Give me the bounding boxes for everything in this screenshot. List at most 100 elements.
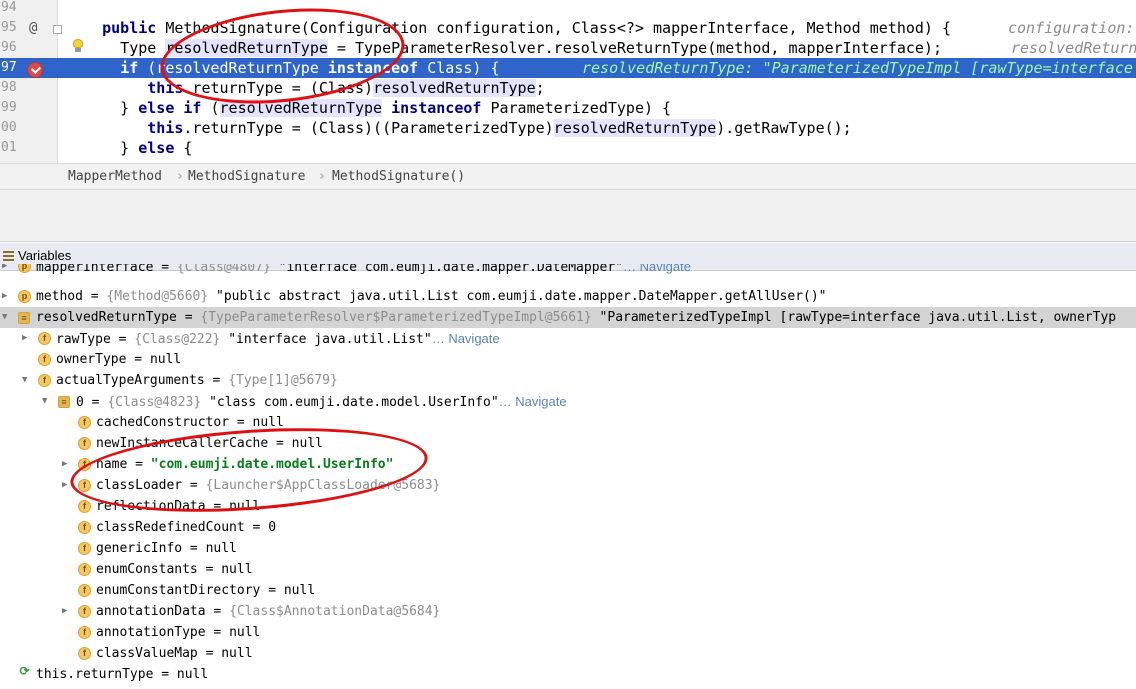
variable-row[interactable]: ▶ p mapperInterface = {Class@4807} "interf… (0, 264, 1136, 277)
field-icon: f (78, 458, 91, 471)
line-number: 01 (1, 140, 17, 155)
object-reference: {Launcher$AppClassLoader@5683} (205, 478, 441, 493)
expand-arrow-icon[interactable]: ▶ (62, 454, 72, 475)
variable-row[interactable]: f enumConstantDirectory = null (0, 580, 1136, 601)
field-icon: f (38, 374, 51, 387)
variable-row[interactable]: f annotationType = null (0, 622, 1136, 643)
field-icon: f (78, 605, 91, 618)
keyword-token: this (147, 119, 184, 137)
variable-text: this.returnType = null (36, 664, 208, 685)
breakpoint-icon[interactable] (27, 62, 43, 78)
navigate-link[interactable]: … Navigate (499, 394, 567, 409)
variable-row[interactable]: f enumConstants = null (0, 559, 1136, 580)
variable-name: rawType (56, 332, 111, 347)
code-text: if (resolvedReturnType instanceof Class)… (66, 58, 499, 78)
variable-text: resolvedReturnType = {TypeParameterResol… (36, 307, 1116, 328)
variable-value: null (283, 583, 316, 598)
variable-value: "public abstract java.util.List com.eumj… (216, 289, 827, 304)
line-number: 95 (1, 20, 17, 35)
field-icon: f (78, 500, 91, 513)
variable-row[interactable]: f genericInfo = null (0, 538, 1136, 559)
expand-arrow-icon[interactable]: ▶ (62, 475, 72, 496)
expand-arrow-icon[interactable]: ▶ (2, 264, 12, 277)
code-line[interactable]: 96 Type resolvedReturnType = TypeParamet… (0, 38, 1136, 58)
code-line[interactable]: 95 public MethodSignature(Configuration … (0, 18, 1136, 38)
variable-row[interactable]: ▼ ≡ 0 = {Class@4823} "class com.eumji.date… (0, 391, 1136, 412)
variable-row[interactable]: ▶ f classLoader = {Launcher$AppClassLoader… (0, 475, 1136, 496)
override-annotation-icon[interactable]: @ (29, 20, 37, 36)
variable-text: mapperInterface = {Class@4807} "interfac… (36, 264, 691, 278)
variable-row[interactable]: f cachedConstructor = null (0, 412, 1136, 433)
variable-text: classRedefinedCount = 0 (96, 517, 276, 538)
variable-value: null (291, 436, 323, 451)
variable-row[interactable]: f classRedefinedCount = 0 (0, 517, 1136, 538)
equals-sign: = (176, 310, 201, 325)
inline-debug-value: resolvedReturnType: "ParameterizedTypeIm… (582, 59, 1133, 77)
variable-value: null (149, 352, 182, 367)
code-line[interactable]: 01 } else { (0, 138, 1136, 158)
variable-row[interactable]: f ownerType = null (0, 349, 1136, 370)
array-icon: ≡ (18, 312, 30, 324)
variable-row[interactable]: ▶ p method = {Method@5660} "public abstrac… (0, 286, 1136, 307)
expand-arrow-icon[interactable]: ▶ (22, 328, 32, 349)
variable-name: enumConstantDirectory (96, 583, 261, 598)
collapse-arrow-icon[interactable]: ▼ (2, 307, 12, 328)
variable-row[interactable]: ▼ f actualTypeArguments = {Type[1]@5679} (0, 370, 1136, 391)
navigate-link[interactable]: … Navigate (432, 331, 500, 346)
variable-value: null (229, 499, 261, 514)
code-line[interactable]: 94 (0, 0, 1136, 18)
keyword-token: this (147, 79, 184, 97)
line-number: 96 (1, 40, 17, 55)
variable-row[interactable]: ⟳ this.returnType = null (0, 664, 1136, 685)
breadcrumb-item-mappermethod[interactable]: MapperMethod (68, 169, 162, 184)
highlighted-identifier: resolvedReturnType (553, 119, 717, 137)
highlighted-identifier: resolvedReturnType (373, 79, 536, 97)
breadcrumb-item-methodsignature-ctor[interactable]: MethodSignature() (332, 169, 465, 184)
keyword-token: else if (138, 99, 211, 117)
expand-arrow-icon[interactable]: ▶ (2, 286, 12, 307)
code-token: .returnType = (Class)((ParameterizedType… (183, 119, 554, 137)
variables-tree[interactable]: ▶ p mapperInterface = {Class@4807} "interf… (0, 264, 1136, 689)
variable-name: classLoader (96, 478, 183, 493)
parameter-icon: p (18, 290, 31, 303)
intention-bulb-icon[interactable] (73, 39, 83, 52)
variable-value: null (221, 562, 253, 577)
breadcrumb-separator: › (176, 169, 184, 184)
inline-debug-value: resolvedReturn (1011, 39, 1136, 57)
equals-sign: = (268, 436, 292, 451)
variable-row[interactable]: f reflectionData = null (0, 496, 1136, 517)
equals-sign: = (82, 289, 107, 304)
code-text: } else if (resolvedReturnType instanceof… (66, 98, 671, 118)
execution-line[interactable]: 97 if (resolvedReturnType instanceof Cla… (0, 58, 1136, 78)
variable-value: null (221, 646, 253, 661)
equals-sign: = (153, 667, 177, 682)
object-reference: {Class@4807} (176, 264, 279, 275)
variable-row[interactable]: f classValueMap = null (0, 643, 1136, 664)
variable-text: annotationType = null (96, 622, 260, 643)
variable-row[interactable]: ▶ f name = "com.eumji.date.model.UserInfo" (0, 454, 1136, 475)
variable-row[interactable]: f newInstanceCallerCache = null (0, 433, 1136, 454)
field-icon: f (78, 479, 91, 492)
code-line[interactable]: 99 } else if (resolvedReturnType instanc… (0, 98, 1136, 118)
variable-row[interactable]: ▼ ≡ resolvedReturnType = {TypeParameterRes… (0, 307, 1136, 328)
equals-sign: = (204, 373, 229, 388)
navigate-link[interactable]: … Navigate (623, 264, 691, 274)
equals-sign: = (197, 646, 222, 661)
variable-value: 0 (268, 520, 277, 535)
code-token: = TypeParameterResolver.resolveReturnTyp… (327, 39, 942, 57)
variable-row[interactable]: ▶ f annotationData = {Class$AnnotationData… (0, 601, 1136, 622)
collapse-arrow-icon[interactable]: ▼ (42, 391, 52, 412)
equals-sign: = (244, 520, 269, 535)
variables-icon (3, 251, 14, 262)
expand-arrow-icon[interactable]: ▶ (62, 601, 72, 622)
code-line[interactable]: 00 this.returnType = (Class)((Parameteri… (0, 118, 1136, 138)
collapse-arrow-icon[interactable]: ▼ (22, 370, 32, 391)
equals-sign: = (127, 457, 151, 472)
variable-row[interactable]: ▶ f rawType = {Class@222} "interface java.… (0, 328, 1136, 349)
code-line[interactable]: 98 this.returnType = (Class)resolvedRetu… (0, 78, 1136, 98)
breadcrumb-item-methodsignature-class[interactable]: MethodSignature (188, 169, 305, 184)
inline-debug-value: configuration: (1008, 19, 1136, 37)
fold-icon[interactable] (53, 25, 62, 34)
code-editor[interactable]: 94 95 public MethodSignature(Configuratio… (0, 0, 1136, 163)
